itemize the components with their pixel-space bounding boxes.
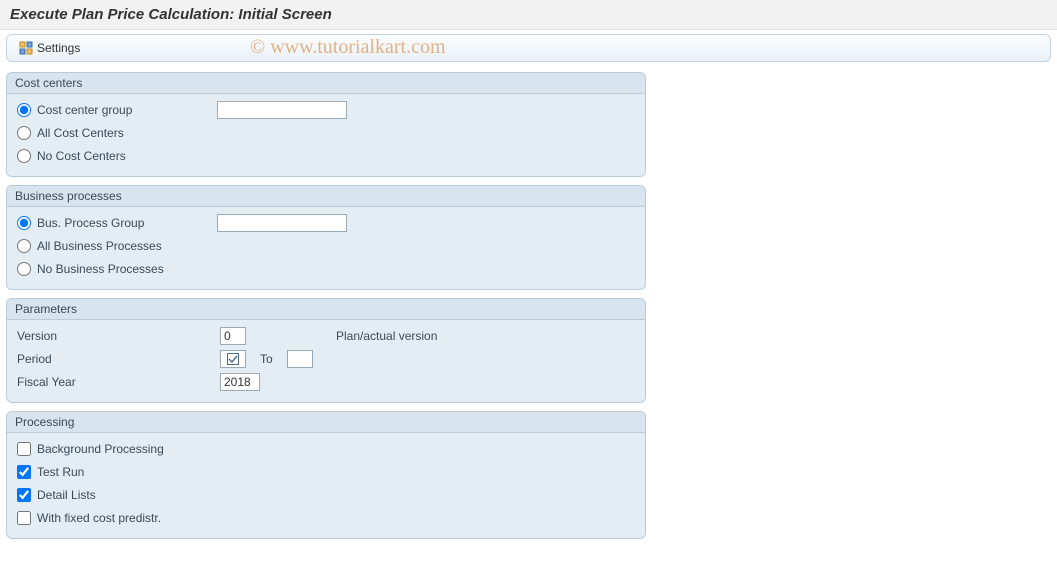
- label-fixed-cost-predistr: With fixed cost predistr.: [37, 511, 161, 525]
- content: Cost centers Cost center group All Cost …: [0, 66, 1057, 553]
- label-cost-center-group: Cost center group: [37, 103, 132, 117]
- group-title: Business processes: [7, 186, 645, 207]
- label-to: To: [260, 352, 273, 366]
- checkbox-test-run[interactable]: [17, 465, 31, 479]
- radio-all-bus-processes[interactable]: [17, 239, 31, 253]
- label-version-note: Plan/actual version: [336, 329, 437, 343]
- checkbox-background-processing[interactable]: [17, 442, 31, 456]
- radio-all-cost-centers[interactable]: [17, 126, 31, 140]
- input-version[interactable]: [220, 327, 246, 345]
- settings-button[interactable]: Settings: [15, 39, 84, 57]
- input-fiscal-year[interactable]: [220, 373, 260, 391]
- group-title: Cost centers: [7, 73, 645, 94]
- f4-help-icon: [227, 353, 239, 365]
- label-all-bus-processes: All Business Processes: [37, 239, 162, 253]
- label-fiscal-year: Fiscal Year: [15, 375, 220, 389]
- toolbar: Settings: [6, 34, 1051, 62]
- group-cost-centers: Cost centers Cost center group All Cost …: [6, 72, 646, 177]
- page-title: Execute Plan Price Calculation: Initial …: [0, 0, 1057, 30]
- group-parameters: Parameters Version Plan/actual version P…: [6, 298, 646, 403]
- input-period-to[interactable]: [287, 350, 313, 368]
- group-business-processes: Business processes Bus. Process Group Al…: [6, 185, 646, 290]
- settings-icon: [19, 41, 33, 55]
- group-processing: Processing Background Processing Test Ru…: [6, 411, 646, 539]
- checkbox-detail-lists[interactable]: [17, 488, 31, 502]
- label-no-bus-processes: No Business Processes: [37, 262, 164, 276]
- settings-label: Settings: [37, 41, 80, 55]
- input-cost-center-group[interactable]: [217, 101, 347, 119]
- label-bus-process-group: Bus. Process Group: [37, 216, 144, 230]
- label-detail-lists: Detail Lists: [37, 488, 96, 502]
- radio-cost-center-group[interactable]: [17, 103, 31, 117]
- radio-no-bus-processes[interactable]: [17, 262, 31, 276]
- radio-no-cost-centers[interactable]: [17, 149, 31, 163]
- label-test-run: Test Run: [37, 465, 84, 479]
- label-version: Version: [15, 329, 220, 343]
- input-period-from[interactable]: [220, 350, 246, 368]
- input-bus-process-group[interactable]: [217, 214, 347, 232]
- group-title: Processing: [7, 412, 645, 433]
- checkbox-fixed-cost-predistr[interactable]: [17, 511, 31, 525]
- group-title: Parameters: [7, 299, 645, 320]
- label-period: Period: [15, 352, 220, 366]
- label-no-cost-centers: No Cost Centers: [37, 149, 126, 163]
- label-background-processing: Background Processing: [37, 442, 164, 456]
- label-all-cost-centers: All Cost Centers: [37, 126, 124, 140]
- radio-bus-process-group[interactable]: [17, 216, 31, 230]
